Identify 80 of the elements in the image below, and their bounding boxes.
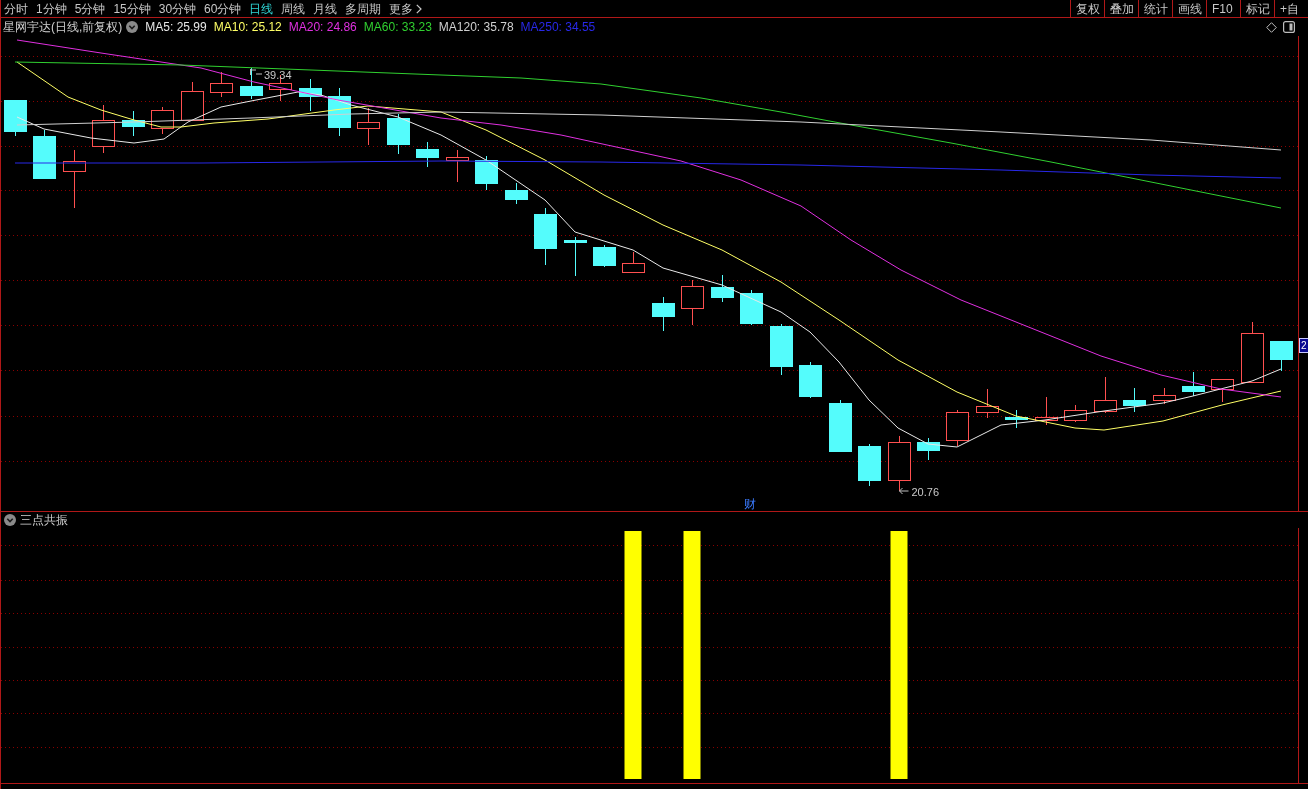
chart-title: 星网宇达(日线,前复权) [3,18,123,36]
moving-average-label: MA60: 33.23 [363,20,432,34]
toolbar-button[interactable]: F10 [1206,0,1240,17]
candlestick [711,274,734,303]
period-tab[interactable]: 周线 [281,0,306,17]
period-tab[interactable]: 1分钟 [36,0,67,17]
candlestick [1005,409,1028,429]
candlestick [4,99,27,137]
candlestick [1241,321,1264,383]
period-tab[interactable]: 15分钟 [113,0,151,17]
period-tab[interactable]: 5分钟 [74,0,106,17]
candlestick [122,110,145,137]
candlestick [151,106,174,135]
candlestick [240,67,263,100]
leader-line [250,68,263,76]
candlestick [917,437,940,461]
leader-arrow [899,487,909,495]
candlestick [33,129,56,179]
price-tag-value: 2 [1301,340,1307,351]
period-tab[interactable]: 60分钟 [204,0,242,17]
candlestick [181,81,204,121]
moving-average-label: MA20: 24.86 [288,20,357,34]
candlestick [976,388,999,419]
candlestick [1270,340,1293,372]
candlestick [681,279,704,326]
more-tab[interactable]: 更多 [389,0,423,17]
moving-average-label: MA250: 34.55 [520,20,596,34]
candlestick [858,443,881,487]
candlestick [1064,404,1087,423]
candlestick [328,87,351,137]
chevron-right-icon [416,3,423,14]
period-tab[interactable]: 日线 [249,0,274,17]
diamond-icon[interactable] [1266,21,1277,33]
dropdown-icon[interactable] [4,514,16,526]
candlestick [770,323,793,376]
candlestick [475,155,498,191]
candlestick [357,107,380,146]
candlestick [564,236,587,277]
toolbar-button[interactable]: 复权 [1070,0,1104,17]
candlestick [946,409,969,447]
candlestick [446,149,469,183]
candlestick [1035,396,1058,426]
toolbar-button[interactable]: +自 [1274,0,1308,17]
panel-icon[interactable] [1283,21,1295,33]
candlestick [740,289,763,326]
period-tab[interactable]: 多周期 [345,0,382,17]
candlestick [1153,387,1176,405]
moving-average-label: MA10: 25.12 [213,20,282,34]
period-tab[interactable]: 30分钟 [158,0,197,17]
period-tab[interactable]: 分时 [4,0,28,17]
toolbar-button[interactable]: 标记 [1240,0,1274,17]
candlestick [799,361,822,399]
candlestick [652,296,675,332]
candlestick [63,149,86,209]
candlestick [210,71,233,98]
candlestick [622,251,645,273]
toolbar-button[interactable]: 画线 [1172,0,1206,17]
low-price-label: 20.76 [911,486,940,498]
candlestick [888,435,911,492]
candlestick [829,399,852,453]
candlestick [1094,376,1117,414]
candlestick [505,182,528,205]
candlestick [299,78,322,112]
toolbar-button[interactable]: 统计 [1138,0,1172,17]
candlestick [534,207,557,266]
indicator-title: 三点共振 [20,511,68,529]
period-tab[interactable]: 月线 [313,0,338,17]
candlestick [387,113,410,155]
event-marker[interactable]: 财 [744,497,756,511]
candlestick [416,141,439,168]
candlestick [92,104,115,154]
candlestick [1182,371,1205,397]
candlestick [1211,378,1234,403]
dropdown-icon[interactable] [126,21,139,33]
high-price-label: 39.34 [264,69,292,81]
candlestick [593,244,616,268]
moving-average-label: MA120: 35.78 [438,20,514,34]
toolbar-button[interactable]: 叠加 [1104,0,1138,17]
candlestick [1123,387,1146,413]
moving-average-label: MA5: 25.99 [145,20,207,34]
